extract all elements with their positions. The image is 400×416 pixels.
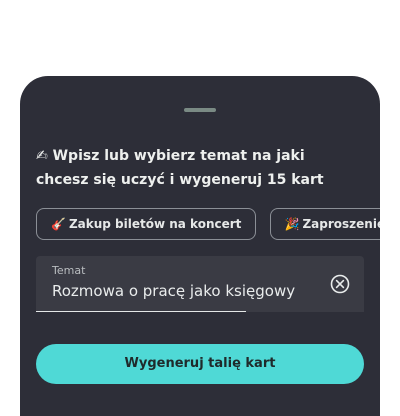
topic-field-value[interactable]: Rozmowa o pracę jako księgowy [52,282,295,300]
prompt-text: ✍ Wpisz lub wybierz temat na jaki chcesz… [36,144,336,192]
suggestion-chips: 🎸Zakup biletów na koncert 🎉Zaproszenie n… [36,208,380,240]
party-popper-icon: 🎉 [284,217,300,231]
guitar-icon: 🎸 [51,217,66,231]
chip-label: Zaproszenie na [302,217,380,231]
suggestion-chip-invitation[interactable]: 🎉Zaproszenie na [269,208,380,240]
topic-field-underline [36,311,246,312]
topic-field-label: Temat [52,264,86,277]
prompt-label: Wpisz lub wybierz temat na jaki chcesz s… [36,148,324,188]
topic-field[interactable]: Temat Rozmowa o pracę jako księgowy [36,256,364,312]
chip-label: Zakup biletów na koncert [68,217,242,231]
generate-deck-button[interactable]: Wygeneruj talię kart [36,344,364,384]
bottom-sheet: ✍ Wpisz lub wybierz temat na jaki chcesz… [20,76,380,416]
suggestion-chip-concert-tickets[interactable]: 🎸 Zakup biletów na koncert [36,208,257,240]
drag-handle[interactable] [184,108,216,112]
writing-hand-icon: ✍ [36,148,48,164]
clear-icon[interactable] [330,274,350,294]
